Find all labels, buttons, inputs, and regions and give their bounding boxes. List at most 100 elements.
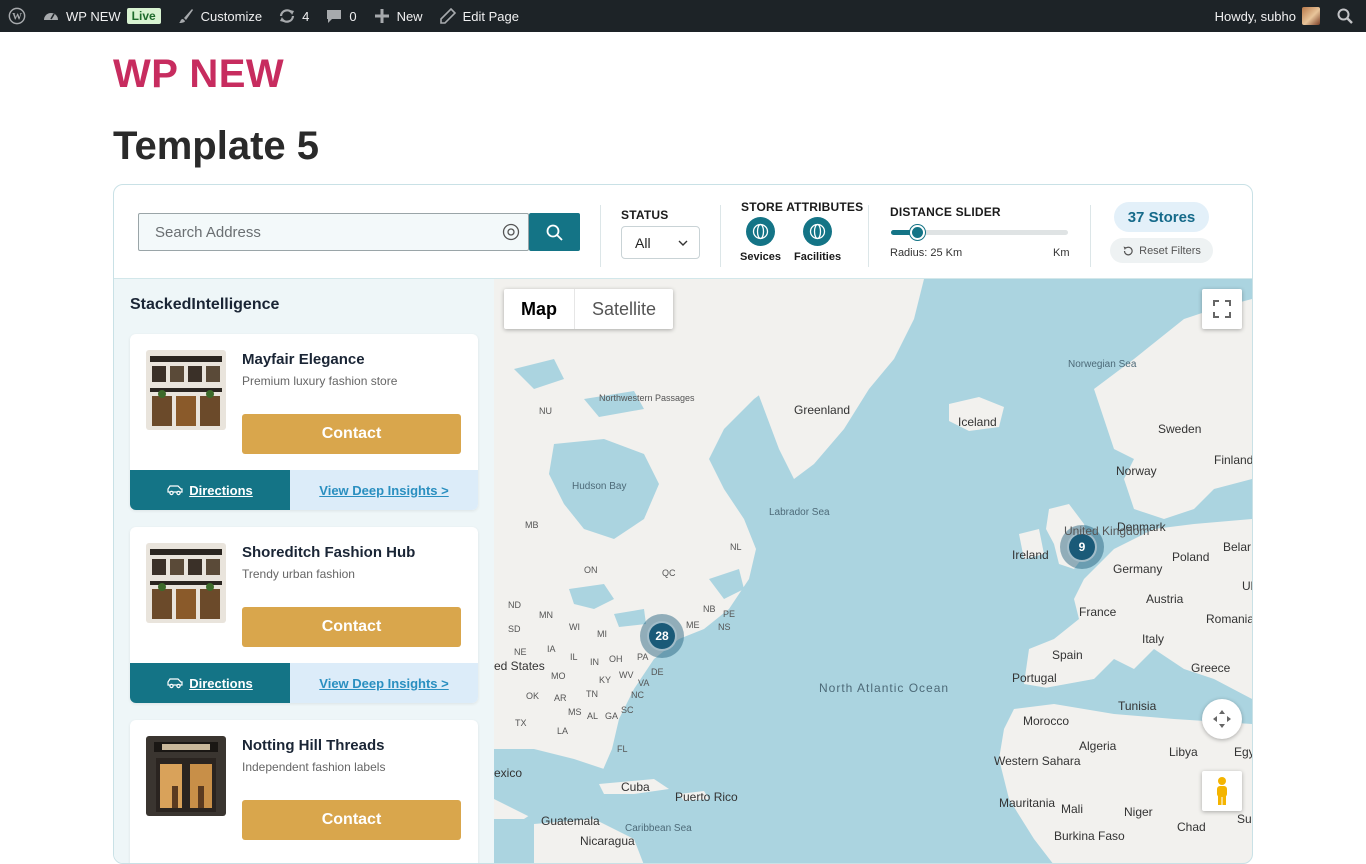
camera-control-button[interactable] (1202, 699, 1242, 739)
reset-filters-button[interactable]: Reset Filters (1110, 238, 1213, 263)
contact-button[interactable]: Contact (242, 800, 461, 840)
view-insights-link[interactable]: View Deep Insights > (290, 470, 478, 510)
store-description: Trendy urban fashion (242, 567, 355, 581)
map-label: Mali (1061, 802, 1084, 816)
status-select[interactable]: All (621, 226, 700, 259)
directions-button[interactable]: Directions (130, 470, 290, 510)
admin-bar: W WP NEW Live Customize 4 0 New Edit Pag… (0, 0, 1366, 32)
search-button[interactable] (529, 213, 580, 251)
map-label: IA (547, 644, 556, 654)
map-label: Egy (1234, 745, 1252, 759)
store-description: Premium luxury fashion store (242, 374, 398, 388)
plus-icon (373, 7, 391, 25)
divider (868, 205, 869, 267)
map-label: Puerto Rico (675, 790, 738, 804)
map-label: LA (557, 726, 569, 736)
map-label: VA (638, 678, 650, 688)
edit-page-link[interactable]: Edit Page (431, 0, 527, 32)
search-icon (1336, 7, 1354, 25)
car-icon (167, 485, 183, 496)
directions-label: Directions (189, 675, 253, 691)
slider-handle[interactable] (910, 225, 925, 240)
map-type-satellite-button[interactable]: Satellite (574, 289, 673, 329)
map-label: Caribbean Sea (625, 823, 692, 834)
map-label: Su (1237, 812, 1252, 826)
distance-slider-label: DISTANCE SLIDER (890, 205, 1001, 219)
wordpress-logo-button[interactable]: W (0, 0, 34, 32)
store-description: Independent fashion labels (242, 760, 386, 774)
map-label: Northwestern Passages (599, 393, 695, 403)
account-menu[interactable]: Howdy, subho (1207, 0, 1328, 32)
store-card[interactable]: Notting Hill Threads Independent fashion… (130, 720, 478, 863)
store-name: Notting Hill Threads (242, 737, 385, 754)
map-label: OK (526, 691, 540, 701)
dashboard-gauge-icon (42, 7, 60, 25)
map-label: NU (539, 406, 552, 416)
reset-filters-label: Reset Filters (1139, 244, 1201, 257)
map-label: MI (597, 629, 607, 639)
view-insights-link[interactable]: View Deep Insights > (290, 663, 478, 703)
site-name-menu[interactable]: WP NEW Live (34, 0, 169, 32)
map-label: exico (494, 766, 523, 780)
attribute-facilities[interactable]: Facilities (794, 217, 841, 263)
new-label: New (396, 8, 423, 24)
street-view-pegman-button[interactable] (1202, 771, 1242, 811)
map-label: IN (590, 657, 599, 667)
map-label: Burkina Faso (1054, 829, 1125, 843)
map-label: Romania (1206, 612, 1252, 626)
map-label: WV (619, 670, 634, 680)
stores-count-badge: 37 Stores (1114, 202, 1209, 232)
map-label: Ireland (1012, 548, 1049, 562)
map-label: Norway (1116, 464, 1157, 478)
new-content-menu[interactable]: New (365, 0, 431, 32)
updates-count: 4 (302, 8, 310, 24)
globe-icon (745, 217, 775, 246)
site-title[interactable]: WP NEW (113, 52, 284, 97)
map-label: NC (631, 690, 644, 700)
map-label: Niger (1124, 805, 1153, 819)
map-label: MB (525, 520, 539, 530)
refresh-icon (278, 7, 296, 25)
search-field (138, 213, 529, 251)
store-list-panel: StackedIntelligence Mayfair Elegance Pre… (114, 279, 494, 863)
card-actions: Directions View Deep Insights > (130, 470, 478, 510)
map-type-map-button[interactable]: Map (504, 289, 574, 329)
directions-button[interactable]: Directions (130, 663, 290, 703)
store-card[interactable]: Shoreditch Fashion Hub Trendy urban fash… (130, 527, 478, 703)
map-label: Libya (1169, 745, 1198, 759)
store-name: Shoreditch Fashion Hub (242, 544, 416, 561)
map[interactable]: Map Satellite 28 9 Greenland Iceland Nor… (494, 279, 1252, 863)
greeting-label: Howdy, subho (1214, 8, 1296, 24)
search-address-input[interactable] (139, 214, 528, 250)
customize-label: Customize (200, 8, 263, 24)
contact-button[interactable]: Contact (242, 607, 461, 647)
map-label: Greenland (794, 403, 851, 417)
map-label: Mauritania (999, 796, 1056, 810)
map-label: SC (621, 705, 634, 715)
fullscreen-button[interactable] (1202, 289, 1242, 329)
page-title: Template 5 (113, 124, 319, 168)
distance-slider[interactable] (891, 225, 1068, 240)
map-label: Iceland (958, 415, 997, 429)
locate-me-icon[interactable] (502, 223, 520, 241)
updates-link[interactable]: 4 (270, 0, 317, 32)
comments-count: 0 (349, 8, 357, 24)
map-label: NB (703, 604, 716, 614)
comments-link[interactable]: 0 (317, 0, 364, 32)
car-icon (167, 678, 183, 689)
contact-button[interactable]: Contact (242, 414, 461, 454)
map-label: QC (662, 568, 676, 578)
store-card[interactable]: Mayfair Elegance Premium luxury fashion … (130, 334, 478, 510)
status-value: All (635, 234, 651, 251)
map-label: MN (539, 610, 553, 620)
move-arrows-icon (1213, 710, 1231, 728)
map-label: MS (568, 707, 582, 717)
attribute-services[interactable]: Sevices (740, 217, 781, 263)
admin-search-button[interactable] (1328, 0, 1366, 32)
map-label: United Kingdom (1064, 524, 1150, 538)
map-label: Tunisia (1118, 699, 1157, 713)
customize-link[interactable]: Customize (169, 0, 270, 32)
brush-icon (177, 7, 195, 25)
map-label: NE (514, 647, 527, 657)
map-label: WI (569, 622, 580, 632)
